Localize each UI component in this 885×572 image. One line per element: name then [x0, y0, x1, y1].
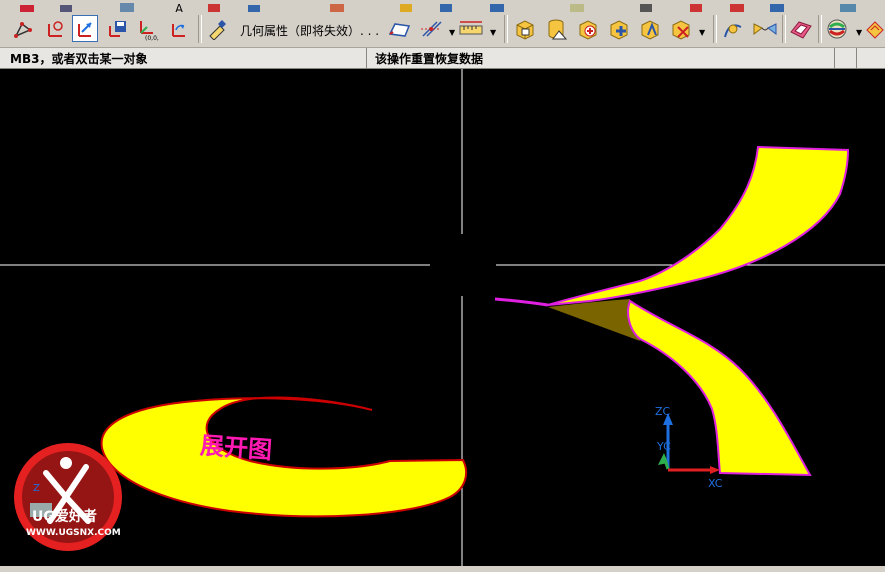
logo-url-text: WWW.UGSNX.COM: [26, 528, 121, 538]
wcs-origin-icon[interactable]: [42, 15, 68, 42]
dropdown-arrow-icon[interactable]: ▼: [490, 28, 496, 37]
main-toolbar: (0,0,0) 几何属性（即将失效）. . . ▼ ▼ ▼: [0, 12, 885, 48]
status-divider: [856, 48, 857, 68]
y-axis-label: YC: [656, 440, 671, 453]
toolbar-separator: [198, 15, 202, 43]
ruler-measure-icon[interactable]: [458, 15, 484, 42]
subtract-feature-icon[interactable]: [606, 15, 632, 42]
measure-pencil-icon[interactable]: [204, 15, 230, 42]
bottom-toolbar-strip: [0, 566, 885, 572]
partial-icon[interactable]: [120, 3, 134, 12]
toolbar-separator: [504, 15, 508, 43]
surface-face-icon[interactable]: [788, 15, 814, 42]
dropdown-arrow-icon[interactable]: ▼: [699, 28, 705, 37]
unite-feature-icon[interactable]: [575, 15, 601, 42]
svg-text:(0,0,0): (0,0,0): [145, 35, 159, 41]
status-bar: MB3，或者双击某一对象 该操作重置恢复数据: [0, 48, 885, 69]
graphics-window[interactable]: 展开图 ZC YC XC Z UG爱好者 WWW.UGSNX.COM: [0, 69, 885, 566]
toolbar-separator: [782, 15, 786, 43]
logo-head-icon: [60, 457, 72, 469]
sketch-plane-icon[interactable]: [386, 15, 412, 42]
offset-curve-icon[interactable]: [418, 15, 444, 42]
wcs-set-icon[interactable]: (0,0,0): [134, 15, 160, 42]
wcs-save-icon[interactable]: [104, 15, 130, 42]
trim-body-icon[interactable]: [668, 15, 694, 42]
cylinder-feature-icon[interactable]: [544, 15, 570, 42]
block-feature-icon[interactable]: [512, 15, 538, 42]
curve-edit-icon[interactable]: [720, 15, 746, 42]
wcs-dynamic-icon[interactable]: [72, 15, 98, 42]
logo-axis-label: Z: [33, 483, 40, 494]
graphics-canvas[interactable]: 展开图 ZC YC XC Z UG爱好者 WWW.UGSNX.COM: [0, 69, 885, 566]
geometry-properties-label[interactable]: 几何属性（即将失效）. . .: [240, 22, 379, 39]
status-divider: [834, 48, 835, 68]
material-icon[interactable]: [865, 15, 885, 42]
status-line: 该操作重置恢复数据: [375, 52, 484, 66]
toolbar-separator: [713, 15, 717, 43]
dropdown-arrow-icon[interactable]: ▼: [856, 28, 862, 37]
toolbar-separator: [818, 15, 822, 43]
x-axis-label: XC: [708, 477, 723, 490]
cue-line: MB3，或者双击某一对象: [10, 52, 148, 66]
development-label: 展开图: [199, 431, 273, 464]
point-network-icon[interactable]: [10, 15, 36, 42]
site-watermark-logo: Z UG爱好者 WWW.UGSNX.COM: [14, 443, 122, 551]
logo-brand-text: UG爱好者: [32, 508, 97, 525]
bridge-surface-icon[interactable]: [752, 15, 778, 42]
wcs-rotate-icon[interactable]: [166, 15, 192, 42]
z-axis-label: ZC: [655, 405, 671, 418]
intersect-feature-icon[interactable]: [637, 15, 663, 42]
dropdown-arrow-icon[interactable]: ▼: [449, 28, 455, 37]
render-sphere-icon[interactable]: [824, 15, 850, 42]
status-divider: [366, 48, 367, 68]
